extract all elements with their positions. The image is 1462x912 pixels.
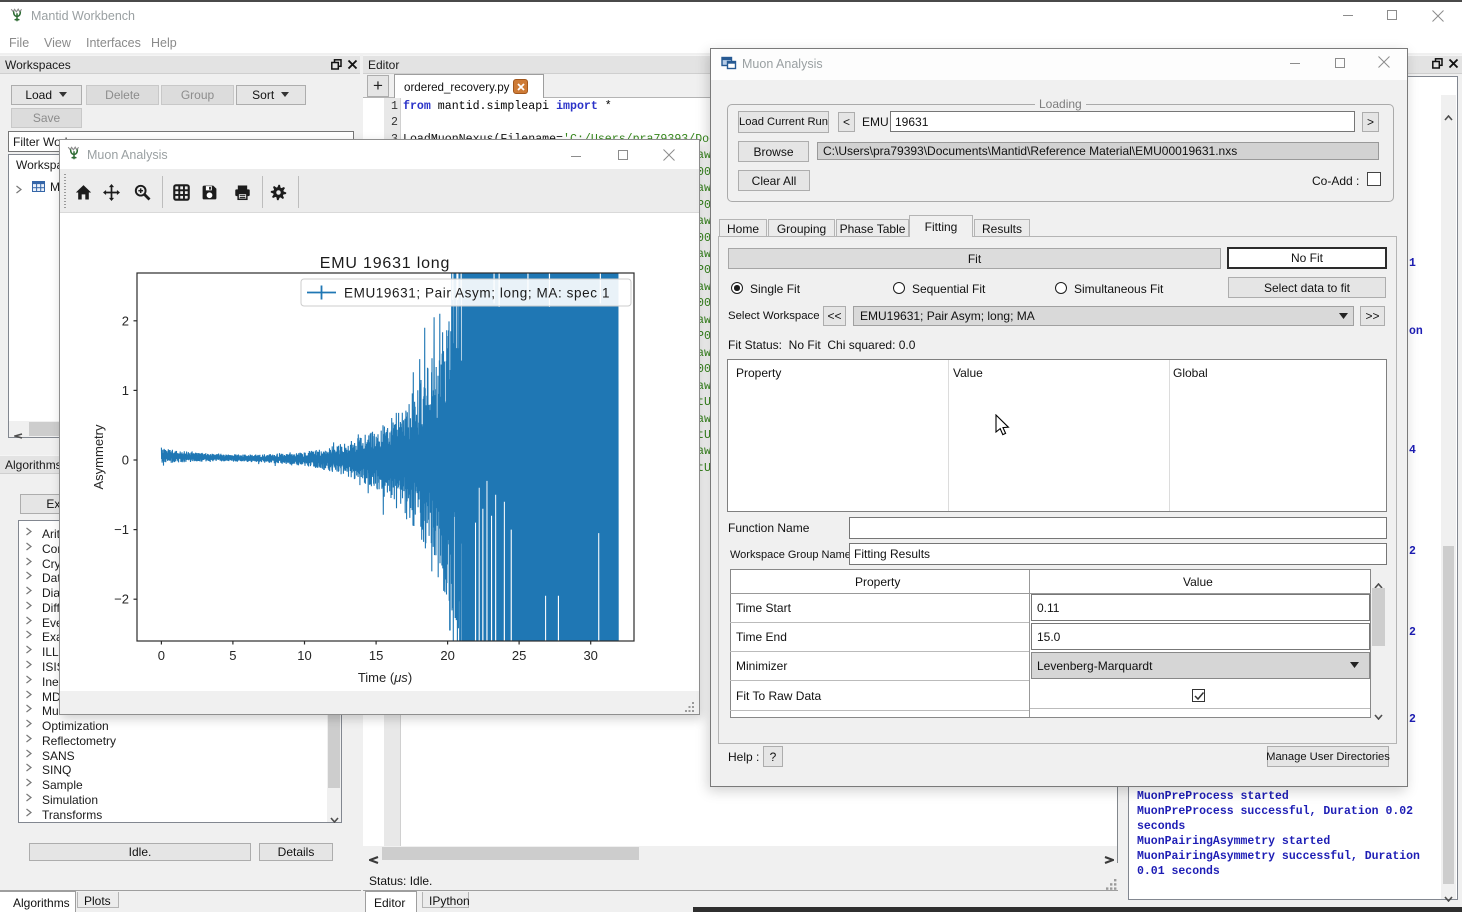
svg-text:−1: −1 bbox=[114, 522, 129, 537]
svg-text:30: 30 bbox=[583, 648, 597, 663]
svg-text:Asymmetry: Asymmetry bbox=[91, 424, 106, 490]
svg-text:15: 15 bbox=[369, 648, 383, 663]
svg-text:2: 2 bbox=[122, 313, 129, 328]
svg-text:EMU19631; Pair Asym; long; MA:: EMU19631; Pair Asym; long; MA: spec 1 bbox=[344, 286, 610, 301]
svg-text:−2: −2 bbox=[114, 592, 129, 607]
svg-text:Time (μs): Time (μs) bbox=[358, 670, 412, 685]
svg-text:EMU 19631 long: EMU 19631 long bbox=[320, 255, 450, 272]
svg-text:0: 0 bbox=[122, 453, 129, 468]
svg-text:0: 0 bbox=[158, 648, 165, 663]
svg-text:25: 25 bbox=[512, 648, 526, 663]
svg-text:10: 10 bbox=[297, 648, 311, 663]
svg-text:5: 5 bbox=[229, 648, 236, 663]
svg-text:1: 1 bbox=[122, 383, 129, 398]
svg-text:20: 20 bbox=[440, 648, 454, 663]
